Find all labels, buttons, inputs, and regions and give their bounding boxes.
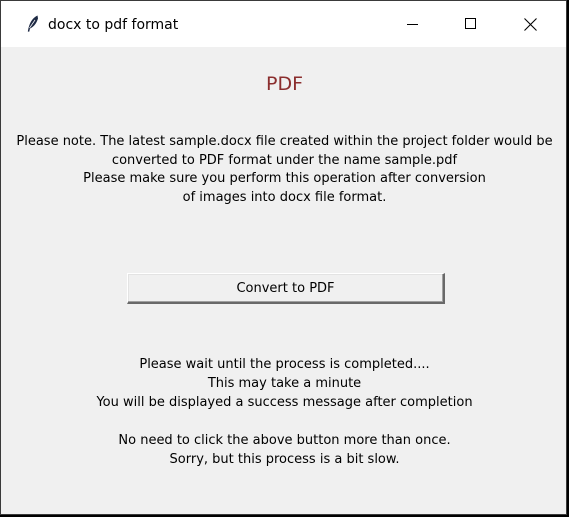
status-line: This may take a minute bbox=[207, 376, 362, 391]
minimize-button[interactable] bbox=[384, 1, 442, 47]
window-content: PDF Please note. The latest sample.docx … bbox=[11, 47, 558, 508]
minimize-icon bbox=[407, 18, 419, 30]
note-line: converted to PDF format under the name s… bbox=[111, 152, 458, 168]
status-line: You will be displayed a success message … bbox=[96, 395, 473, 410]
status-line: Please wait until the process is complet… bbox=[139, 357, 430, 372]
maximize-button[interactable] bbox=[442, 1, 500, 47]
status-message: Please wait until the process is complet… bbox=[11, 355, 558, 469]
close-icon bbox=[523, 17, 537, 31]
warning-line: Sorry, but this process is a bit slow. bbox=[169, 452, 400, 467]
window-title: docx to pdf format bbox=[48, 17, 179, 33]
convert-to-pdf-button[interactable]: Convert to PDF bbox=[127, 273, 445, 304]
close-button[interactable] bbox=[501, 1, 559, 47]
instructions-note: Please note. The latest sample.docx file… bbox=[11, 133, 558, 207]
feather-icon bbox=[23, 14, 43, 34]
note-line: of images into docx file format. bbox=[182, 189, 387, 205]
note-line: Please note. The latest sample.docx file… bbox=[16, 134, 553, 149]
note-line: Please make sure you perform this operat… bbox=[83, 171, 486, 186]
warning-line: No need to click the above button more t… bbox=[118, 433, 451, 448]
page-title: PDF bbox=[265, 73, 304, 95]
title-bar[interactable]: docx to pdf format bbox=[1, 1, 566, 47]
maximize-icon bbox=[465, 18, 477, 30]
app-window: docx to pdf format PDF Please note. The … bbox=[0, 0, 567, 515]
